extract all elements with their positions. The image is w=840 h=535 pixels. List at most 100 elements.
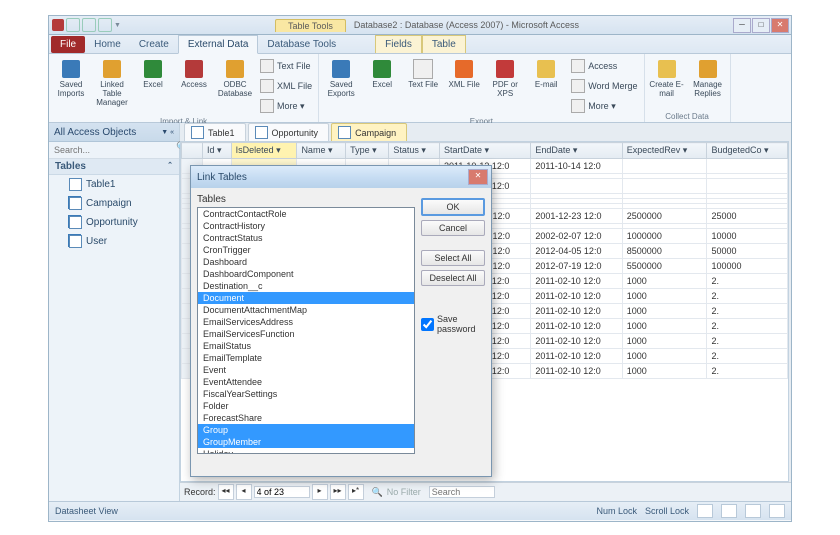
cell[interactable]: 1000	[622, 349, 707, 364]
cell[interactable]: 1000	[622, 274, 707, 289]
ribbon-item-small[interactable]: Word Merge	[567, 76, 641, 96]
nav-item[interactable]: Opportunity	[49, 213, 179, 232]
dialog-list-item[interactable]: Document	[198, 292, 414, 304]
dialog-list-item[interactable]: DashboardComponent	[198, 268, 414, 280]
cell[interactable]: 2001-12-23 12:0	[531, 209, 622, 224]
nav-item[interactable]: Table1	[49, 175, 179, 194]
qat-undo-icon[interactable]	[82, 18, 96, 32]
view-button-4[interactable]	[769, 504, 785, 518]
datasheet-view-button[interactable]	[697, 504, 713, 518]
nav-header[interactable]: All Access Objects ▼ «	[49, 123, 179, 142]
cell[interactable]: 1000000	[622, 229, 707, 244]
column-header[interactable]: IsDeleted ▾	[231, 143, 297, 159]
dialog-list-item[interactable]: ContractContactRole	[198, 208, 414, 220]
cell[interactable]	[707, 159, 788, 174]
save-password-checkbox[interactable]: Save password	[421, 314, 485, 334]
dialog-list-item[interactable]: EmailTemplate	[198, 352, 414, 364]
maximize-button[interactable]: □	[752, 18, 770, 33]
cell[interactable]: 2011-02-10 12:0	[531, 289, 622, 304]
ribbon-item[interactable]: Excel	[133, 56, 173, 116]
document-tab[interactable]: Campaign	[331, 123, 407, 141]
cell[interactable]: 2011-10-14 12:0	[531, 159, 622, 174]
cell[interactable]: 2011-02-10 12:0	[531, 319, 622, 334]
first-record-button[interactable]: ◂◂	[218, 484, 234, 500]
column-header[interactable]: Name ▾	[297, 143, 346, 159]
dialog-list-item[interactable]: Dashboard	[198, 256, 414, 268]
tab-table[interactable]: Table	[422, 35, 466, 53]
new-record-button[interactable]: ▸*	[348, 484, 364, 500]
cell[interactable]: 2011-02-10 12:0	[531, 349, 622, 364]
ribbon-item-small[interactable]: More ▾	[567, 96, 641, 116]
dialog-list-item[interactable]: Group	[198, 424, 414, 436]
dialog-list-item[interactable]: EmailServicesFunction	[198, 328, 414, 340]
ribbon-item[interactable]: XML File	[444, 56, 484, 116]
cell[interactable]: 1000	[622, 319, 707, 334]
qat-save-icon[interactable]	[66, 18, 80, 32]
dialog-tables-list[interactable]: ContractContactRoleContractHistoryContra…	[197, 207, 415, 454]
tab-database-tools[interactable]: Database Tools	[258, 36, 345, 53]
dialog-list-item[interactable]: EventAttendee	[198, 376, 414, 388]
view-button-3[interactable]	[745, 504, 761, 518]
dialog-list-item[interactable]: GroupMember	[198, 436, 414, 448]
dialog-list-item[interactable]: Folder	[198, 400, 414, 412]
cell[interactable]: 2.	[707, 304, 788, 319]
cell[interactable]: 2011-02-10 12:0	[531, 334, 622, 349]
dialog-list-item[interactable]: Destination__c	[198, 280, 414, 292]
cell[interactable]	[531, 179, 622, 194]
tab-create[interactable]: Create	[130, 36, 178, 53]
column-header[interactable]: EndDate ▾	[531, 143, 622, 159]
dialog-list-item[interactable]: ForecastShare	[198, 412, 414, 424]
dialog-list-item[interactable]: Holiday	[198, 448, 414, 454]
ribbon-item[interactable]: Saved Exports	[321, 56, 361, 116]
cell[interactable]	[622, 159, 707, 174]
cell[interactable]: 2002-02-07 12:0	[531, 229, 622, 244]
cell[interactable]: 2011-02-10 12:0	[531, 274, 622, 289]
ribbon-item[interactable]: Saved Imports	[51, 56, 91, 116]
ribbon-item-small[interactable]: XML File	[256, 76, 316, 96]
cell[interactable]: 2.	[707, 334, 788, 349]
dialog-list-item[interactable]: DocumentAttachmentMap	[198, 304, 414, 316]
cell[interactable]: 2012-07-19 12:0	[531, 259, 622, 274]
dialog-list-item[interactable]: Event	[198, 364, 414, 376]
dialog-list-item[interactable]: ContractStatus	[198, 232, 414, 244]
cell[interactable]	[707, 179, 788, 194]
ok-button[interactable]: OK	[421, 198, 485, 216]
qat-redo-icon[interactable]	[98, 18, 112, 32]
ribbon-item[interactable]: Create E-mail	[647, 56, 687, 101]
ribbon-item[interactable]: E-mail	[526, 56, 566, 116]
chevron-down-icon[interactable]: ▼ «	[161, 129, 174, 136]
ribbon-item-small[interactable]: Text File	[256, 56, 316, 76]
deselect-all-button[interactable]: Deselect All	[421, 270, 485, 286]
cell[interactable]: 2.	[707, 274, 788, 289]
document-tab[interactable]: Table1	[184, 123, 246, 141]
collapse-icon[interactable]: ⌃	[167, 161, 173, 172]
tab-fields[interactable]: Fields	[375, 35, 422, 53]
cell[interactable]: 10000	[707, 229, 788, 244]
document-tab[interactable]: Opportunity	[248, 123, 330, 141]
cell[interactable]: 5500000	[622, 259, 707, 274]
cell[interactable]: 1000	[622, 334, 707, 349]
cell[interactable]: 25000	[707, 209, 788, 224]
cell[interactable]: 2.	[707, 289, 788, 304]
ribbon-item[interactable]: Access	[174, 56, 214, 116]
recnav-search-input[interactable]	[429, 486, 495, 498]
qat-dropdown-icon[interactable]: ▼	[114, 22, 121, 29]
prev-record-button[interactable]: ◂	[236, 484, 252, 500]
cell[interactable]: 2012-04-05 12:0	[531, 244, 622, 259]
ribbon-item-small[interactable]: Access	[567, 56, 641, 76]
cancel-button[interactable]: Cancel	[421, 220, 485, 236]
next-record-button[interactable]: ▸	[312, 484, 328, 500]
tab-home[interactable]: Home	[85, 36, 130, 53]
ribbon-item[interactable]: Manage Replies	[688, 56, 728, 101]
ribbon-item[interactable]: Text File	[403, 56, 443, 116]
dialog-list-item[interactable]: FiscalYearSettings	[198, 388, 414, 400]
ribbon-item-small[interactable]: More ▾	[256, 96, 316, 116]
cell[interactable]: 2011-02-10 12:0	[531, 304, 622, 319]
ribbon-item[interactable]: ODBC Database	[215, 56, 255, 116]
close-button[interactable]: ✕	[771, 18, 789, 33]
last-record-button[interactable]: ▸▸	[330, 484, 346, 500]
nav-item[interactable]: Campaign	[49, 194, 179, 213]
tab-external-data[interactable]: External Data	[178, 35, 259, 54]
cell[interactable]: 1000	[622, 304, 707, 319]
dialog-close-button[interactable]: ✕	[468, 169, 488, 185]
